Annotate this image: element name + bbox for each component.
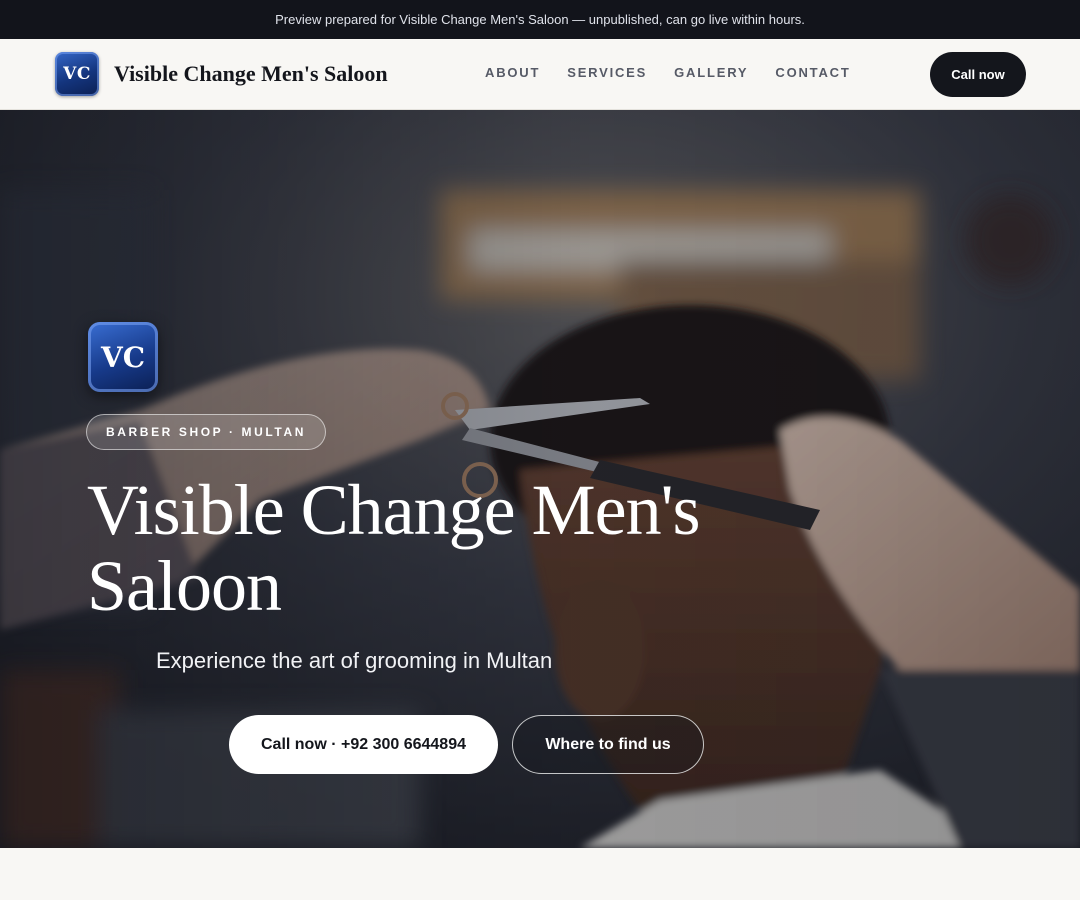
nav-link-contact[interactable]: CONTACT xyxy=(775,65,850,80)
nav-link-services[interactable]: SERVICES xyxy=(567,65,647,80)
vc-logo-icon[interactable]: VC xyxy=(55,52,99,96)
site-header: VC Visible Change Men's Saloon ABOUT SER… xyxy=(0,39,1080,110)
nav-link-about[interactable]: ABOUT xyxy=(485,65,540,80)
preview-banner: Preview prepared for Visible Change Men'… xyxy=(0,0,1080,39)
hero-subtitle: Experience the art of grooming in Multan xyxy=(156,648,553,673)
vc-hero-logo-icon: VC xyxy=(88,322,158,392)
hero-category-chip: BARBER SHOP · MULTAN xyxy=(86,414,326,450)
hero-title: Visible Change Men's Saloon xyxy=(87,470,701,626)
hero-call-button[interactable]: Call now · +92 300 6644894 xyxy=(229,715,498,774)
page-continuation xyxy=(0,848,1080,900)
brand-name[interactable]: Visible Change Men's Saloon xyxy=(114,61,388,87)
main-nav: ABOUT SERVICES GALLERY CONTACT xyxy=(485,65,851,80)
preview-banner-text: Preview prepared for Visible Change Men'… xyxy=(275,12,805,27)
nav-link-gallery[interactable]: GALLERY xyxy=(674,65,748,80)
hero-section: VC BARBER SHOP · MULTAN Visible Change M… xyxy=(0,110,1080,848)
hero-directions-button[interactable]: Where to find us xyxy=(512,715,704,774)
header-call-button[interactable]: Call now xyxy=(930,52,1026,97)
